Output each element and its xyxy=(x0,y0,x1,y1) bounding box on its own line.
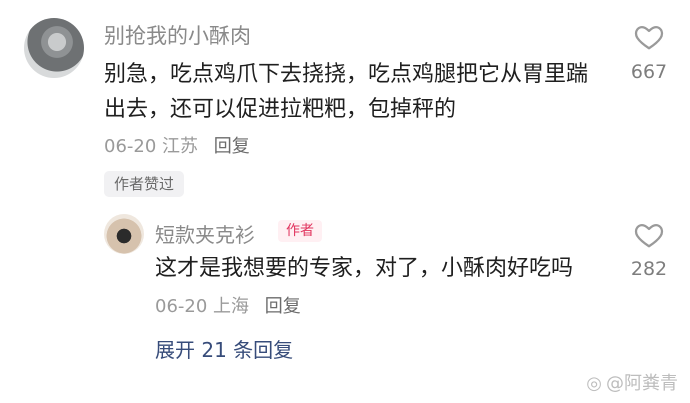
main-comment-like-button[interactable] xyxy=(633,22,665,52)
reply-comment-meta: 06-20 上海 回复 xyxy=(155,292,301,318)
main-comment-location: 江苏 xyxy=(162,136,199,157)
main-comment-reply-button[interactable]: 回复 xyxy=(214,136,250,157)
reply-comment-date: 06-20 xyxy=(155,296,208,317)
reply-author-avatar[interactable] xyxy=(104,214,144,254)
author-liked-badge: 作者赞过 xyxy=(104,171,185,197)
main-comment-date: 06-20 xyxy=(104,136,157,157)
expand-replies-link[interactable]: 展开 21 条回复 xyxy=(155,334,293,363)
reply-comment-location: 上海 xyxy=(213,296,250,317)
commenter-avatar[interactable] xyxy=(24,18,84,78)
main-comment-meta: 06-20 江苏 回复 xyxy=(104,132,250,158)
main-comment-text: 别急，吃点鸡爪下去挠挠，吃点鸡腿把它从胃里踹出去，还可以促进拉粑粑，包掉秤的 xyxy=(104,62,589,122)
heart-icon xyxy=(634,25,664,50)
weibo-icon: ◎ xyxy=(586,373,602,394)
reply-comment-like-count: 282 xyxy=(630,258,668,280)
reply-author-username[interactable]: 短款夹克衫 xyxy=(155,219,255,248)
reply-comment-text: 这才是我想要的专家，对了，小酥肉好吃吗 xyxy=(155,256,574,281)
watermark-text: @阿粪青 xyxy=(606,373,678,394)
main-comment-like-count: 667 xyxy=(630,61,668,83)
commenter-username[interactable]: 别抢我的小酥肉 xyxy=(104,20,251,50)
author-badge: 作者 xyxy=(278,220,322,242)
reply-comment-reply-button[interactable]: 回复 xyxy=(265,296,301,317)
watermark: ◎ @阿粪青 xyxy=(586,369,678,395)
heart-icon xyxy=(634,223,664,248)
reply-comment-like-button[interactable] xyxy=(633,220,665,250)
